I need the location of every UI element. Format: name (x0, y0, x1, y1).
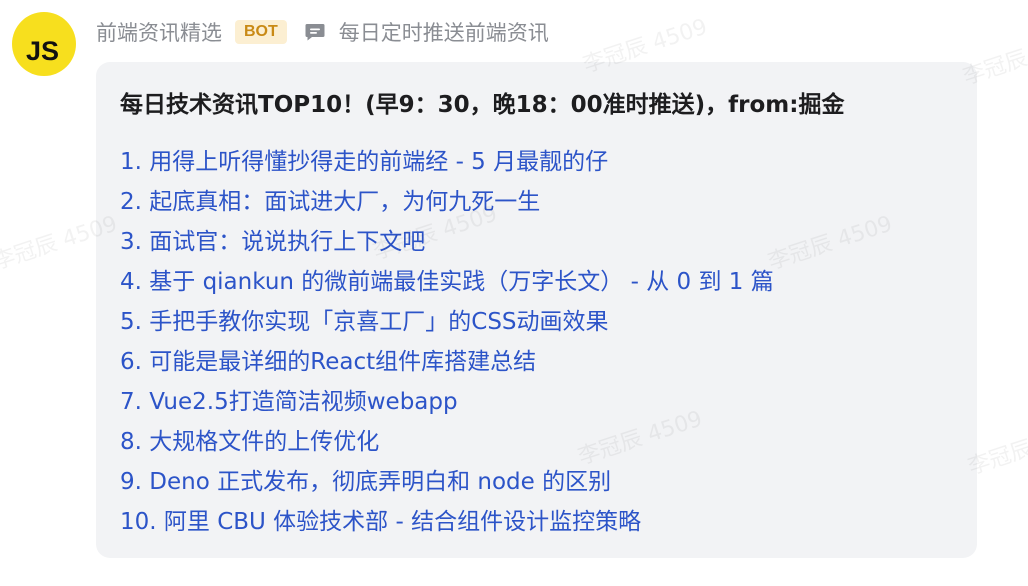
bot-badge: BOT (235, 20, 287, 44)
chat-message: JS 前端资讯精选 BOT 每日定时推送前端资讯 每日技术资讯TOP10！(早9… (0, 0, 1028, 586)
news-link-4[interactable]: 4. 基于 qiankun 的微前端最佳实践（万字长文） - 从 0 到 1 篇 (120, 262, 774, 302)
message-header: 前端资讯精选 BOT 每日定时推送前端资讯 (96, 15, 549, 49)
news-link-6[interactable]: 6. 可能是最详细的React组件库搭建总结 (120, 342, 774, 382)
message-icon (303, 20, 327, 44)
news-link-7[interactable]: 7. Vue2.5打造简洁视频webapp (120, 382, 774, 422)
message-bubble: 每日技术资讯TOP10！(早9：30，晚18：00准时推送)，from:掘金 1… (96, 62, 977, 558)
news-link-1[interactable]: 1. 用得上听得懂抄得走的前端经 - 5 月最靓的仔 (120, 142, 774, 182)
sender-name[interactable]: 前端资讯精选 (96, 17, 222, 47)
news-link-3[interactable]: 3. 面试官：说说执行上下文吧 (120, 222, 774, 262)
channel-description: 每日定时推送前端资讯 (338, 21, 549, 45)
news-link-8[interactable]: 8. 大规格文件的上传优化 (120, 422, 774, 462)
news-link-2[interactable]: 2. 起底真相：面试进大厂，为何九死一生 (120, 182, 774, 222)
avatar[interactable]: JS (12, 12, 76, 76)
avatar-text: JS (26, 36, 60, 66)
news-link-9[interactable]: 9. Deno 正式发布，彻底弄明白和 node 的区别 (120, 462, 774, 502)
news-list: 1. 用得上听得懂抄得走的前端经 - 5 月最靓的仔 2. 起底真相：面试进大厂… (120, 142, 774, 542)
news-link-5[interactable]: 5. 手把手教你实现「京喜工厂」的CSS动画效果 (120, 302, 774, 342)
news-link-10[interactable]: 10. 阿里 CBU 体验技术部 - 结合组件设计监控策略 (120, 502, 774, 542)
message-title: 每日技术资讯TOP10！(早9：30，晚18：00准时推送)，from:掘金 (120, 92, 845, 118)
